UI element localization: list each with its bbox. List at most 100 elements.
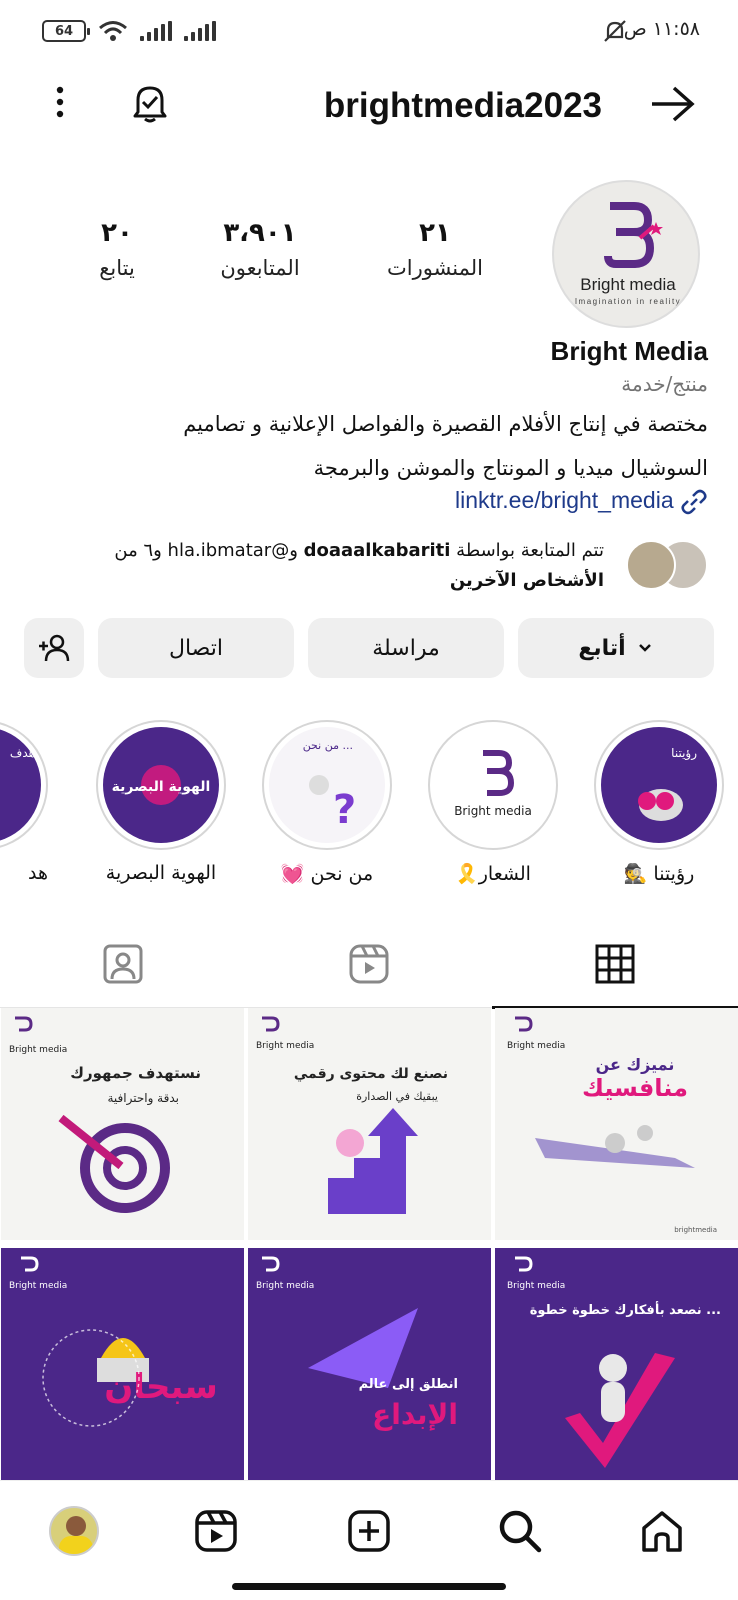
reels-icon bbox=[349, 944, 389, 984]
profile-actions: أتابع مراسلة اتصال bbox=[24, 618, 714, 680]
nav-search[interactable] bbox=[492, 1503, 548, 1559]
highlight-logo[interactable]: Bright media الشعار🎗️ bbox=[428, 720, 558, 885]
post-tile[interactable]: Bright media نستهدف جمهورك بدقة واحترافي… bbox=[1, 1008, 244, 1240]
highlight-label: رؤيتنا 🕵️ bbox=[623, 863, 695, 885]
mutual-followers[interactable]: تتم المتابعة بواسطة doaaalkabariti و@hla… bbox=[28, 536, 708, 598]
highlight-cover: هدف bbox=[10, 746, 35, 760]
post-tile[interactable]: Bright media سبحان bbox=[1, 1248, 244, 1480]
profile-tabs bbox=[0, 920, 738, 1009]
post-image: Bright media نصعد بأفكارك خطوة خطوة ... bbox=[507, 1256, 721, 1468]
more-options-icon[interactable] bbox=[48, 84, 72, 124]
svg-text:من نحن ...: من نحن ... bbox=[303, 739, 353, 752]
suggested-users-button[interactable] bbox=[24, 618, 84, 678]
highlight-label: من نحن 💓 bbox=[280, 863, 374, 885]
stat-label: المنشورات bbox=[386, 256, 484, 280]
svg-text:نستهدف جمهورك: نستهدف جمهورك bbox=[70, 1064, 201, 1082]
stat-number: ٢١ bbox=[419, 218, 451, 248]
svg-text:انطلق إلى عالم: انطلق إلى عالم bbox=[359, 1377, 458, 1392]
profile-link[interactable]: linktr.ee/bright_media bbox=[28, 487, 708, 516]
tab-reels[interactable] bbox=[246, 920, 492, 1008]
post-tile[interactable]: Bright media نميزك عن منافسيك brightmedi… bbox=[495, 1008, 738, 1240]
reels-icon bbox=[195, 1510, 237, 1552]
svg-text:Bright media: Bright media bbox=[9, 1281, 67, 1291]
profile-bio: مختصة في إنتاج الأفلام القصيرة والفواصل … bbox=[28, 402, 708, 490]
link-icon bbox=[681, 489, 707, 515]
svg-text:الإبداع: الإبداع bbox=[372, 1398, 458, 1431]
bottom-navigation bbox=[0, 1480, 738, 1580]
page-title: brightmedia2023 bbox=[323, 86, 602, 125]
highlight-goal[interactable]: هدف هد bbox=[0, 720, 48, 884]
stat-label: المتابعون bbox=[220, 256, 300, 280]
nav-profile[interactable] bbox=[46, 1503, 102, 1559]
post-image: Bright media نستهدف جمهورك بدقة واحترافي… bbox=[9, 1016, 201, 1213]
status-bar: 64 ١١:٥٨ ص bbox=[0, 0, 738, 66]
grid-icon bbox=[595, 944, 635, 984]
bio-line: السوشيال ميديا و المونتاج والموشن والبرم… bbox=[313, 456, 708, 480]
follow-button[interactable]: أتابع bbox=[518, 618, 714, 678]
svg-text:Bright media: Bright media bbox=[256, 1281, 314, 1291]
profile-avatar[interactable]: Bright media Imagination in reality bbox=[552, 180, 700, 328]
svg-text:Bright media: Bright media bbox=[580, 275, 676, 294]
svg-text:Imagination in reality: Imagination in reality bbox=[575, 297, 681, 306]
highlight-cover: رؤيتنا bbox=[638, 746, 697, 821]
svg-text:Bright media: Bright media bbox=[454, 804, 532, 818]
post-tile[interactable]: Bright media نصعد بأفكارك خطوة خطوة ... bbox=[495, 1248, 738, 1480]
nav-create[interactable] bbox=[341, 1503, 397, 1559]
post-image: Bright media انطلق إلى عالم الإبداع bbox=[256, 1256, 458, 1431]
nav-home[interactable] bbox=[634, 1503, 690, 1559]
svg-text:brightmedia: brightmedia bbox=[674, 1226, 717, 1234]
highlight-cover: الهوية البصرية bbox=[112, 765, 210, 805]
home-indicator bbox=[232, 1583, 506, 1590]
posts-grid: Bright media نميزك عن منافسيك brightmedi… bbox=[0, 1008, 738, 1480]
profile-header: brightmedia2023 bbox=[0, 70, 738, 140]
status-icons-left: 64 bbox=[42, 20, 216, 42]
bright-media-logo-icon: Bright media Imagination in reality bbox=[575, 202, 681, 306]
post-image: Bright media سبحان bbox=[9, 1256, 218, 1427]
svg-text:بدقة واحترافية: بدقة واحترافية bbox=[107, 1091, 179, 1106]
stat-label: يتابع bbox=[99, 256, 135, 280]
post-tile[interactable]: Bright media نصنع لك محتوى رقمي يبقيك في… bbox=[248, 1008, 491, 1240]
contact-button[interactable]: اتصال bbox=[98, 618, 294, 678]
svg-text:نصنع لك محتوى رقمي: نصنع لك محتوى رقمي bbox=[294, 1066, 448, 1082]
battery-icon: 64 bbox=[42, 20, 90, 42]
highlight-about[interactable]: من نحن ... ? من نحن 💓 bbox=[262, 720, 392, 885]
highlight-label: الشعار🎗️ bbox=[455, 863, 531, 885]
tagged-person-icon bbox=[103, 944, 143, 984]
stat-following[interactable]: ٢٠ يتابع bbox=[72, 218, 162, 280]
svg-text:يبقيك في الصدارة: يبقيك في الصدارة bbox=[356, 1090, 438, 1103]
signal-icon bbox=[140, 21, 172, 41]
mutual-followers-text: تتم المتابعة بواسطة doaaalkabariti و@hla… bbox=[114, 540, 604, 591]
highlight-vision[interactable]: رؤيتنا رؤيتنا 🕵️ bbox=[594, 720, 724, 885]
search-icon bbox=[499, 1510, 542, 1553]
post-tile[interactable]: Bright media انطلق إلى عالم الإبداع bbox=[248, 1248, 491, 1480]
avatar bbox=[49, 1506, 99, 1556]
nav-reels[interactable] bbox=[188, 1503, 244, 1559]
svg-text:Bright media: Bright media bbox=[9, 1045, 67, 1055]
mutual-avatars bbox=[624, 540, 708, 592]
profile-name: Bright Media bbox=[550, 336, 708, 366]
notification-bell-icon[interactable] bbox=[128, 80, 172, 124]
svg-text:Bright media: Bright media bbox=[507, 1041, 565, 1051]
stat-posts[interactable]: ٢١ المنشورات bbox=[380, 218, 490, 280]
tab-tagged[interactable] bbox=[0, 920, 246, 1008]
svg-text:سبحان: سبحان bbox=[104, 1367, 218, 1407]
link-text: linktr.ee/bright_media bbox=[454, 487, 674, 513]
svg-text:نصعد بأفكارك خطوة خطوة ...: نصعد بأفكارك خطوة خطوة ... bbox=[530, 1301, 721, 1318]
post-image: Bright media نصنع لك محتوى رقمي يبقيك في… bbox=[256, 1016, 448, 1214]
home-icon bbox=[642, 1511, 682, 1552]
status-time: ١١:٥٨ ص bbox=[623, 18, 700, 40]
highlight-label: الهوية البصرية bbox=[105, 862, 217, 884]
back-arrow-icon[interactable] bbox=[648, 84, 696, 124]
story-highlights: رؤيتنا رؤيتنا 🕵️ Bright media الشعار🎗️ م… bbox=[0, 720, 738, 900]
highlight-label: هد bbox=[28, 862, 48, 884]
post-image: Bright media نميزك عن منافسيك brightmedi… bbox=[507, 1016, 717, 1234]
highlight-identity[interactable]: الهوية البصرية الهوية البصرية bbox=[96, 720, 226, 884]
tab-posts-grid[interactable] bbox=[492, 920, 738, 1009]
chevron-down-icon bbox=[638, 644, 651, 652]
message-button[interactable]: مراسلة bbox=[308, 618, 504, 678]
svg-text:هدف: هدف bbox=[10, 746, 35, 760]
highlight-cover: من نحن ... ? bbox=[303, 739, 357, 833]
stat-followers[interactable]: ٣،٩٠١ المتابعون bbox=[200, 218, 320, 280]
highlight-cover: Bright media bbox=[454, 750, 532, 818]
svg-text:رؤيتنا: رؤيتنا bbox=[671, 746, 697, 761]
